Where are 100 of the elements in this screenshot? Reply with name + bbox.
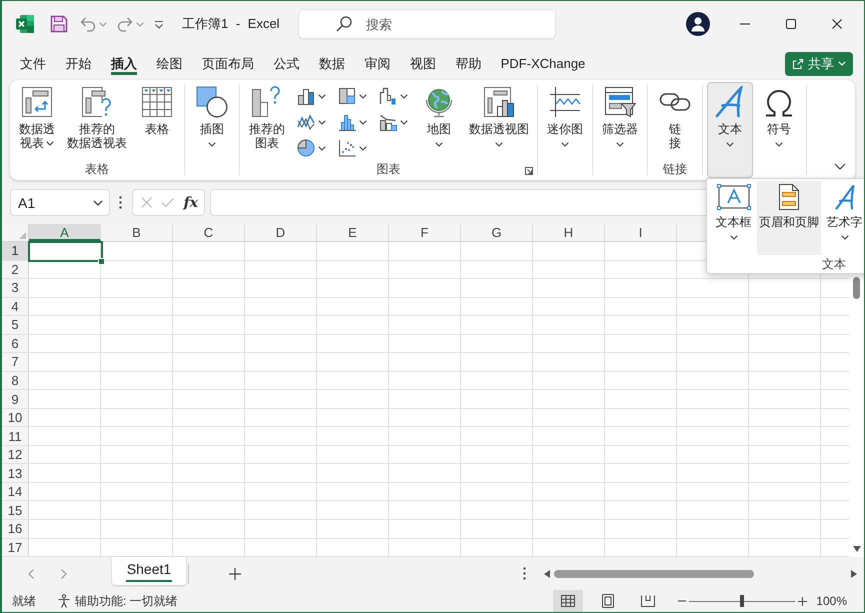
triangle-right-icon[interactable] <box>851 570 857 578</box>
caret-icon[interactable] <box>318 94 326 98</box>
menu-tab[interactable]: 视图 <box>400 47 446 80</box>
row-header[interactable]: 16 <box>2 520 29 538</box>
link-button[interactable]: 链接 <box>652 82 698 160</box>
row-header[interactable]: 8 <box>2 372 29 390</box>
menu-tab[interactable]: PDF-XChange <box>491 47 596 80</box>
plus-icon[interactable] <box>229 568 241 580</box>
row-header[interactable]: 3 <box>2 279 29 297</box>
triangle-down-icon[interactable] <box>852 546 860 552</box>
row-header[interactable]: 4 <box>2 298 29 316</box>
pie-chart-icon[interactable] <box>297 139 315 157</box>
column-header[interactable]: C <box>173 224 245 241</box>
menu-tab[interactable]: 插入 <box>101 47 146 80</box>
more-icon[interactable] <box>119 196 122 209</box>
column-header[interactable]: I <box>605 224 677 241</box>
row-header[interactable]: 2 <box>2 260 29 278</box>
search-field[interactable]: 搜索 <box>298 9 556 39</box>
maps-button[interactable]: 地图 <box>416 82 462 160</box>
row-header[interactable]: 9 <box>2 390 29 408</box>
column-header[interactable]: B <box>101 224 173 241</box>
menu-tab[interactable]: 公式 <box>264 47 309 80</box>
row-header[interactable]: 15 <box>2 501 29 519</box>
caret-icon[interactable] <box>318 120 326 124</box>
menu-tab[interactable]: 数据 <box>309 47 354 80</box>
slicer-button[interactable]: 筛选器 <box>597 82 643 178</box>
column-header[interactable]: G <box>461 224 533 241</box>
row-header[interactable]: 6 <box>2 334 29 352</box>
text-button[interactable]: 文本 <box>707 82 753 178</box>
header-footer-button[interactable]: 页眉和页脚 <box>757 181 821 255</box>
caret-icon[interactable] <box>359 146 367 150</box>
corner-arrow-icon[interactable] <box>525 167 533 175</box>
column-header[interactable]: E <box>317 224 389 241</box>
combo-chart-icon[interactable] <box>379 113 397 131</box>
row-header[interactable]: 5 <box>2 316 29 334</box>
recommended-charts-button[interactable]: 推荐的图表 <box>244 82 290 160</box>
line-chart-icon[interactable] <box>297 113 315 131</box>
caret-icon[interactable] <box>359 120 367 124</box>
column-header[interactable]: D <box>245 224 317 241</box>
row-header[interactable]: 1 <box>2 242 29 260</box>
recommended-pivot-button[interactable]: 推荐的数据透视表 <box>63 82 131 160</box>
function-button[interactable]: fx <box>184 194 198 210</box>
treemap-chart-icon[interactable] <box>338 87 356 105</box>
caret-icon[interactable] <box>400 120 408 124</box>
redo-icon[interactable] <box>117 16 133 32</box>
waterfall-chart-icon[interactable] <box>379 87 397 105</box>
row-header[interactable]: 7 <box>2 353 29 371</box>
scrollbar-thumb[interactable] <box>853 277 860 299</box>
row-header[interactable]: 10 <box>2 408 29 426</box>
column-header[interactable]: F <box>389 224 461 241</box>
column-header[interactable]: A <box>29 224 101 241</box>
save-icon[interactable] <box>50 15 68 33</box>
pivot-chart-button[interactable]: 数据透视图 <box>465 82 533 160</box>
menu-tab[interactable]: 页面布局 <box>192 47 264 80</box>
scatter-chart-icon[interactable] <box>338 139 356 157</box>
pivot-table-button[interactable]: 数据透视表 <box>14 82 60 160</box>
histogram-chart-icon[interactable] <box>338 113 356 131</box>
column-header[interactable]: H <box>533 224 605 241</box>
sheet-tab[interactable]: Sheet1 <box>112 557 186 585</box>
more-icon[interactable] <box>523 567 526 580</box>
avatar-icon[interactable] <box>686 12 710 36</box>
caret-icon[interactable] <box>834 163 846 170</box>
scrollbar-thumb[interactable] <box>554 570 754 578</box>
view-button[interactable] <box>553 590 584 612</box>
customize-icon[interactable] <box>154 20 164 28</box>
row-header[interactable]: 11 <box>2 427 29 445</box>
caret-icon[interactable] <box>318 146 326 150</box>
wordart-button[interactable]: 艺术字 <box>821 181 864 255</box>
row-header[interactable]: 17 <box>2 538 29 556</box>
caret-icon[interactable] <box>400 94 408 98</box>
close-icon[interactable] <box>832 19 842 29</box>
triangle-left-icon[interactable] <box>544 570 550 578</box>
maximize-icon[interactable] <box>786 19 796 29</box>
caret-icon[interactable] <box>359 94 367 98</box>
slider-thumb[interactable] <box>740 595 744 607</box>
minus-icon[interactable] <box>678 600 686 602</box>
accessibility-icon[interactable] <box>57 594 71 608</box>
minimize-icon[interactable] <box>740 23 750 25</box>
name-box[interactable]: A1 <box>10 189 110 216</box>
row-header[interactable]: 13 <box>2 464 29 482</box>
zoom-level[interactable]: 100% <box>816 594 847 608</box>
menu-tab[interactable]: 绘图 <box>146 47 192 80</box>
text-box-button[interactable]: 文本框 <box>710 181 757 255</box>
fill-handle[interactable] <box>98 258 105 265</box>
share-button[interactable]: 共享 <box>785 52 853 76</box>
menu-tab[interactable]: 开始 <box>56 47 101 80</box>
sparklines-button[interactable]: 迷你图 <box>542 82 588 178</box>
accessibility-status[interactable]: 辅助功能: 一切就绪 <box>75 592 178 610</box>
undo-icon[interactable] <box>80 16 96 32</box>
row-header[interactable]: 12 <box>2 446 29 464</box>
menu-tab[interactable]: 帮助 <box>446 47 491 80</box>
illustrations-button[interactable]: 插图 <box>189 82 235 178</box>
table-button[interactable]: 表格 <box>134 82 180 160</box>
menu-tab[interactable]: 文件 <box>10 47 56 80</box>
plus-icon[interactable] <box>798 596 808 606</box>
symbols-button[interactable]: 符号 <box>756 82 802 178</box>
column-chart-icon[interactable] <box>297 87 315 105</box>
row-header[interactable]: 14 <box>2 482 29 500</box>
chevron-right-icon[interactable] <box>61 568 67 578</box>
chevron-left-icon[interactable] <box>28 568 34 578</box>
